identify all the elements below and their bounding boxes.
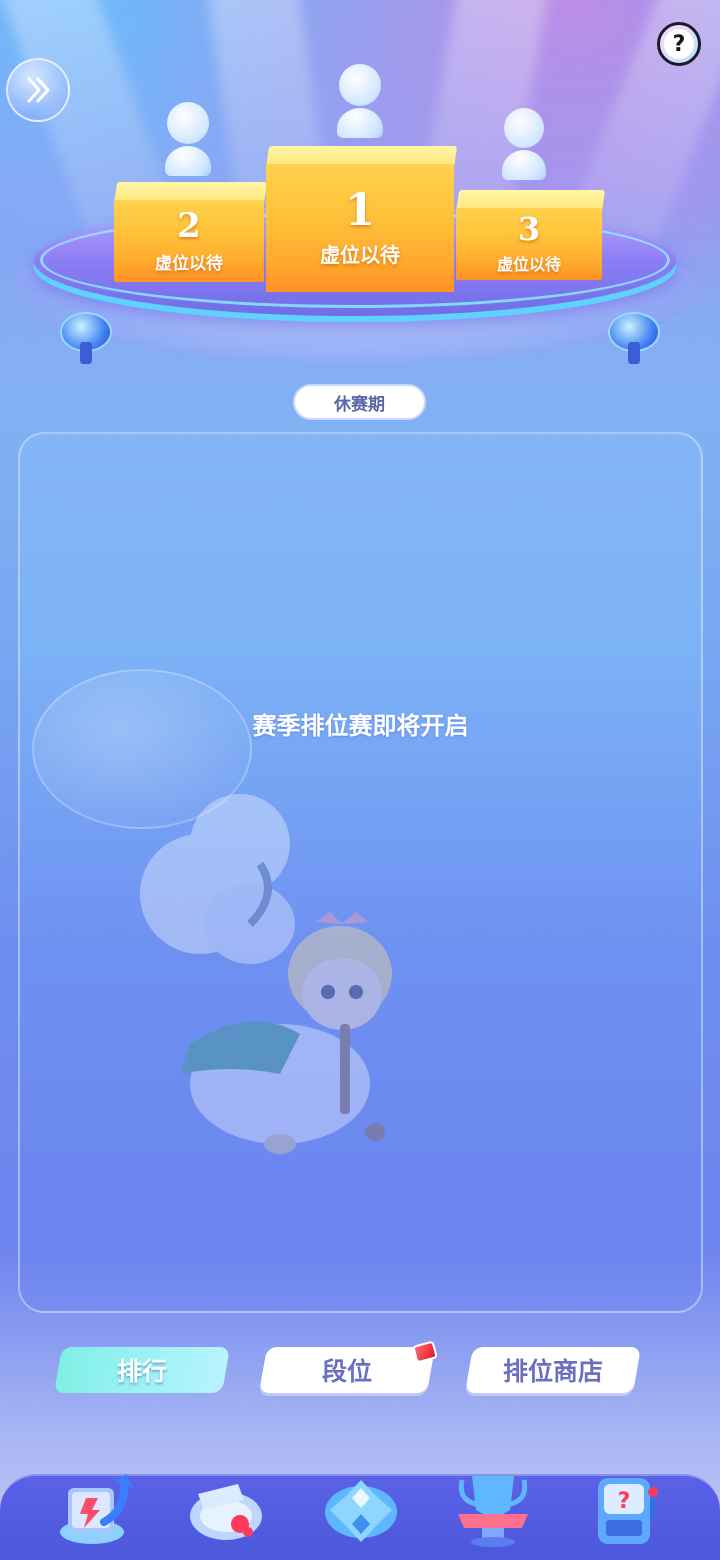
- mascot-illustration-icon: [140, 794, 392, 1154]
- tab-ranked-shop[interactable]: 排位商店: [464, 1347, 642, 1393]
- rank-label-third: 虚位以待: [496, 255, 561, 274]
- avatar-placeholder-third: [502, 108, 548, 180]
- tab-ranking[interactable]: 排行: [53, 1347, 231, 1393]
- spotlight-left-icon: [56, 304, 116, 366]
- nav-item-mystery[interactable]: ?: [580, 1466, 670, 1552]
- rank-number-third: 3: [517, 210, 541, 248]
- whistle-icon: [190, 1484, 262, 1540]
- expand-button[interactable]: [6, 58, 70, 122]
- trophy-icon: [458, 1476, 528, 1547]
- question-mark-icon: ?: [664, 29, 694, 59]
- ranking-arrow-icon: [60, 1474, 134, 1544]
- avatar-placeholder-first: [337, 64, 385, 138]
- podium-block-second: 2 虚位以待: [114, 182, 268, 282]
- podium-block-first: 1 虚位以待: [266, 146, 458, 292]
- tab-ranked-shop-label: 排位商店: [502, 1357, 603, 1386]
- mystery-machine-icon: ?: [598, 1478, 658, 1544]
- nav-item-games[interactable]: [316, 1466, 406, 1552]
- nav-item-whistle[interactable]: [182, 1466, 272, 1552]
- nav-item-trophy[interactable]: [448, 1466, 538, 1552]
- tab-tier[interactable]: 段位: [258, 1347, 436, 1393]
- rank-label-second: 虚位以待: [155, 253, 223, 274]
- rank-number-first: 1: [344, 184, 376, 236]
- avatar-placeholder-second: [165, 102, 213, 176]
- tab-ranking-label: 排行: [116, 1357, 167, 1386]
- empty-state-message: 赛季排位赛即将开启: [252, 712, 469, 740]
- tab-tier-label: 段位: [321, 1357, 372, 1386]
- rank-label-first: 虚位以待: [320, 242, 400, 267]
- double-chevron-right-icon: [27, 77, 50, 103]
- help-button[interactable]: ?: [657, 22, 701, 66]
- season-status-badge: 休赛期: [293, 384, 426, 420]
- gamepad-icon: [325, 1480, 397, 1542]
- spotlight-right-icon: [604, 304, 664, 366]
- ranking-list-panel[interactable]: 赛季排位赛即将开启: [18, 432, 703, 1313]
- rank-number-second: 2: [177, 205, 201, 246]
- notification-badge: [412, 1340, 438, 1364]
- svg-text:?: ?: [618, 1489, 631, 1514]
- podium-block-third: 3 虚位以待: [456, 190, 606, 280]
- nav-item-ranking[interactable]: [52, 1466, 142, 1552]
